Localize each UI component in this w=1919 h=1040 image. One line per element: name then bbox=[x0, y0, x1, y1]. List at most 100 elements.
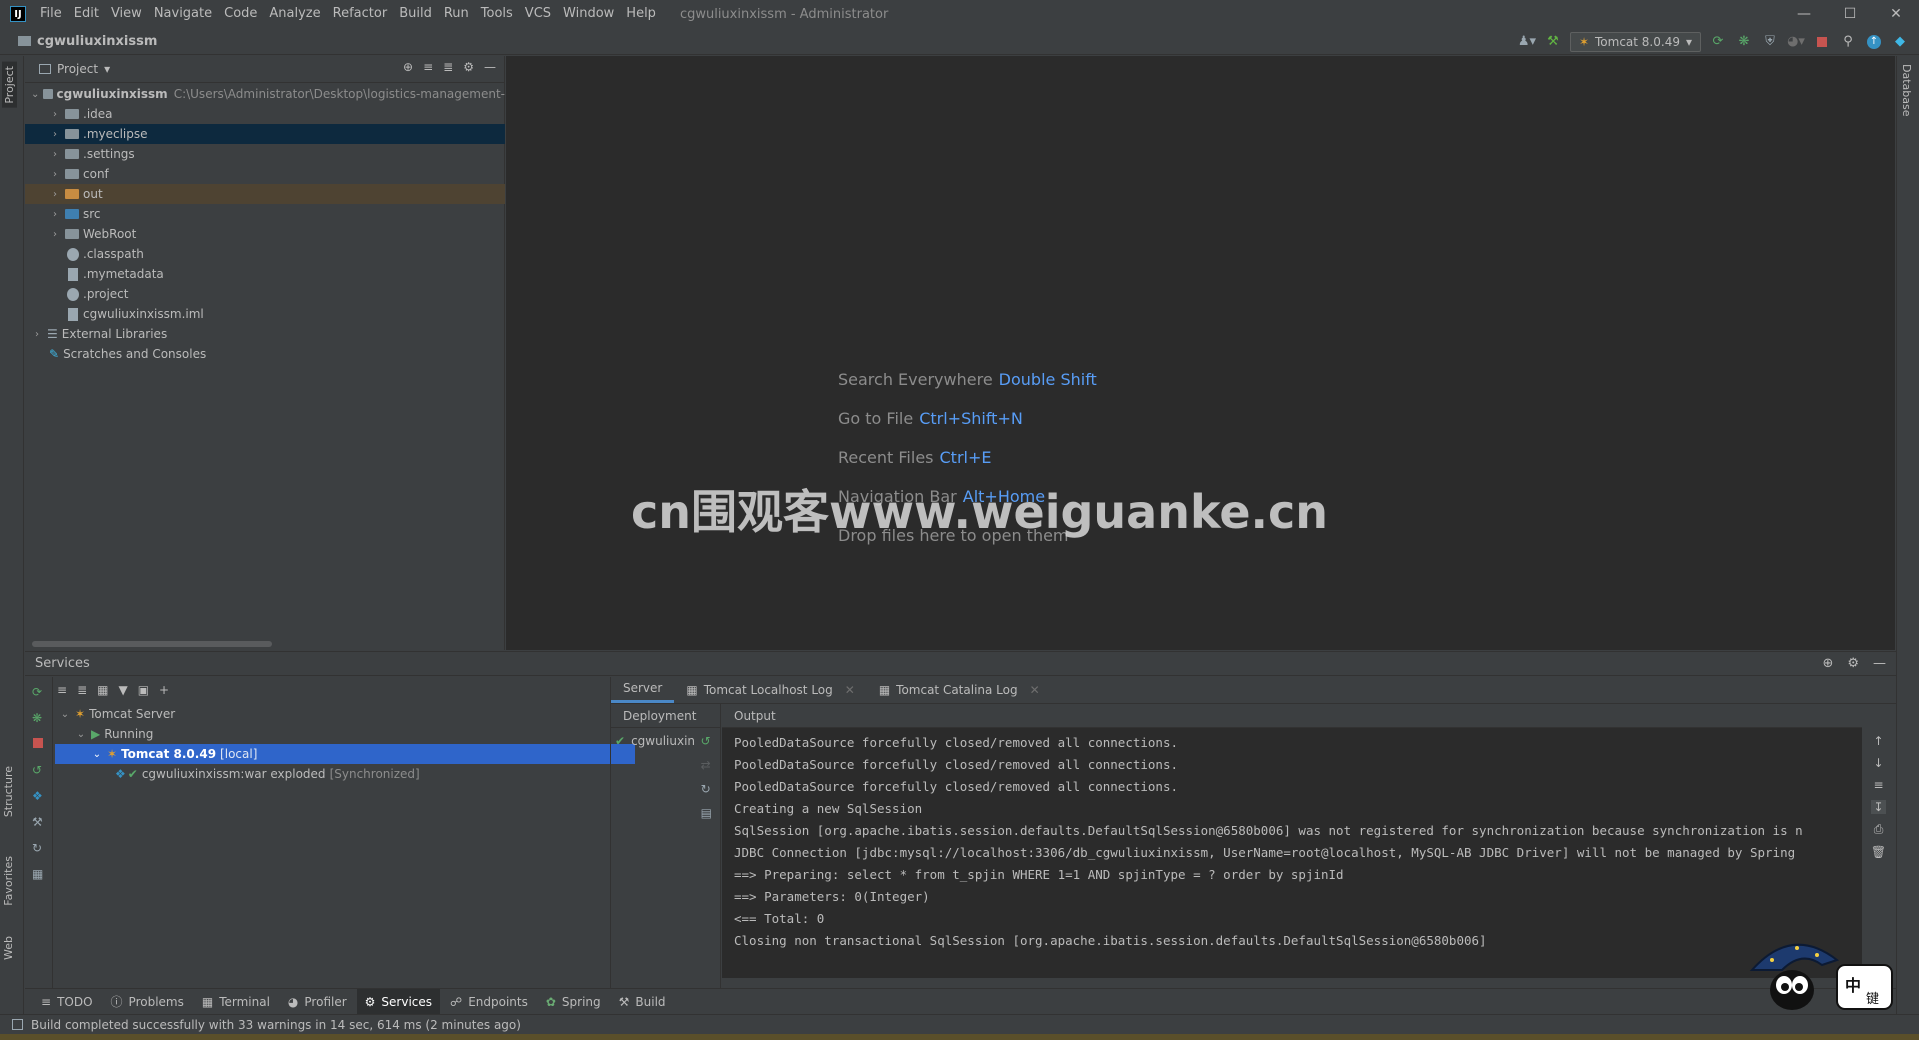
artifact-icon[interactable]: ❖ bbox=[32, 789, 43, 803]
run-config-selector[interactable]: ✶ Tomcat 8.0.49 ▾ bbox=[1569, 31, 1701, 52]
tab-project-vertical[interactable]: Project bbox=[2, 62, 17, 108]
expand-all-icon[interactable]: ≡ bbox=[57, 683, 67, 697]
hide-icon[interactable]: — bbox=[1873, 656, 1886, 671]
print-icon[interactable]: ⎙ bbox=[1874, 822, 1884, 837]
maximize-icon[interactable]: ☐ bbox=[1827, 0, 1873, 28]
menu-window[interactable]: Window bbox=[557, 0, 620, 28]
debug-icon[interactable]: ❋ bbox=[1735, 33, 1753, 51]
project-view-selector[interactable]: Project ▾ bbox=[39, 62, 110, 76]
tree-item-settings[interactable]: › .settings bbox=[25, 144, 505, 164]
deploy-icon[interactable]: ↺ bbox=[701, 734, 712, 748]
expand-all-icon[interactable]: ≡ bbox=[423, 60, 433, 74]
coverage-icon[interactable]: ⛨ bbox=[1761, 33, 1779, 51]
tree-item-src[interactable]: › src bbox=[25, 204, 505, 224]
service-war-artifact[interactable]: ❖ ✔ cgwuliuxinxissm:war exploded [Synchr… bbox=[55, 764, 635, 784]
add-icon[interactable]: + bbox=[159, 683, 169, 697]
hide-icon[interactable]: — bbox=[484, 60, 496, 74]
locate-icon[interactable]: ⊕ bbox=[403, 60, 413, 74]
status-toggle-icon[interactable] bbox=[12, 1019, 23, 1030]
tree-item-out[interactable]: › out bbox=[25, 184, 505, 204]
breadcrumb[interactable]: cgwuliuxinxissm bbox=[18, 34, 157, 49]
chevron-right-icon[interactable]: › bbox=[49, 129, 61, 140]
tab-web-vertical[interactable]: Web bbox=[2, 936, 15, 960]
menu-view[interactable]: View bbox=[105, 0, 148, 28]
status-message[interactable]: Build completed successfully with 33 war… bbox=[31, 1018, 521, 1032]
plugin-icon[interactable]: ◆ bbox=[1891, 33, 1909, 51]
group-by-icon[interactable]: ▦ bbox=[97, 683, 108, 697]
chevron-right-icon[interactable]: › bbox=[31, 329, 43, 340]
tree-item-scratches[interactable]: ✎ Scratches and Consoles bbox=[25, 344, 505, 364]
profile-icon[interactable]: ◕▾ bbox=[1787, 33, 1805, 51]
chevron-down-icon[interactable]: ⌄ bbox=[31, 89, 39, 100]
ime-mascot-widget[interactable]: 中 键 bbox=[1742, 930, 1902, 1020]
tab-todo[interactable]: ≡ TODO bbox=[33, 989, 101, 1015]
collapse-all-icon[interactable]: ≣ bbox=[77, 683, 87, 697]
deployment-item[interactable]: ✔ cgwuliuxin bbox=[615, 734, 695, 748]
wrench-icon[interactable]: ⚒ bbox=[32, 815, 43, 829]
menu-refactor[interactable]: Refactor bbox=[327, 0, 394, 28]
menu-analyze[interactable]: Analyze bbox=[263, 0, 326, 28]
filter-icon[interactable]: ▼ bbox=[118, 683, 127, 697]
chevron-right-icon[interactable]: › bbox=[49, 149, 61, 160]
close-icon[interactable]: ✕ bbox=[845, 683, 855, 697]
menu-edit[interactable]: Edit bbox=[68, 0, 105, 28]
gear-icon[interactable]: ⚙ bbox=[463, 60, 474, 74]
menu-file[interactable]: File bbox=[34, 0, 68, 28]
editor-empty-area[interactable]: Search Everywhere Double Shift Go to File… bbox=[506, 56, 1895, 650]
chevron-right-icon[interactable]: › bbox=[49, 229, 61, 240]
tab-tomcat-localhost-log[interactable]: ▦ Tomcat Localhost Log ✕ bbox=[674, 676, 866, 703]
service-tomcat-instance[interactable]: ⌄ ✶ Tomcat 8.0.49 [local] bbox=[55, 744, 635, 764]
refresh-icon[interactable]: ↻ bbox=[32, 841, 42, 855]
tab-services[interactable]: ⚙ Services bbox=[356, 988, 441, 1015]
update-icon[interactable]: ↑ bbox=[1865, 33, 1883, 51]
debug-icon[interactable]: ❋ bbox=[32, 711, 42, 725]
tree-item-external-libraries[interactable]: › ☰ External Libraries bbox=[25, 324, 505, 344]
tree-item-idea[interactable]: › .idea bbox=[25, 104, 505, 124]
tree-item-myeclipse[interactable]: › .myeclipse bbox=[25, 124, 505, 144]
menu-build[interactable]: Build bbox=[393, 0, 438, 28]
minimize-icon[interactable]: — bbox=[1781, 0, 1827, 28]
tab-server[interactable]: Server bbox=[611, 676, 675, 703]
update-app-icon[interactable]: ▤ bbox=[701, 806, 712, 820]
tab-tomcat-catalina-log[interactable]: ▦ Tomcat Catalina Log ✕ bbox=[867, 676, 1052, 703]
build-hammer-icon[interactable]: ⚒ bbox=[1544, 33, 1562, 51]
deploy-icon[interactable]: ↺ bbox=[32, 763, 42, 777]
menu-tools[interactable]: Tools bbox=[475, 0, 519, 28]
menu-code[interactable]: Code bbox=[218, 0, 263, 28]
tab-profiler[interactable]: ◕ Profiler bbox=[280, 989, 355, 1015]
tab-structure-vertical[interactable]: Structure bbox=[2, 766, 15, 817]
tab-terminal[interactable]: ▦ Terminal bbox=[194, 989, 278, 1015]
chevron-right-icon[interactable]: › bbox=[49, 209, 61, 220]
chevron-down-icon[interactable]: ⌄ bbox=[91, 749, 103, 760]
close-icon[interactable]: ✕ bbox=[1873, 0, 1919, 28]
project-horizontal-scrollbar[interactable] bbox=[32, 641, 272, 647]
layout-icon[interactable]: ▦ bbox=[32, 867, 43, 881]
stop-icon[interactable] bbox=[1813, 33, 1831, 51]
arrow-down-icon[interactable]: ↓ bbox=[1873, 756, 1883, 770]
tree-item-iml[interactable]: cgwuliuxinxissm.iml bbox=[25, 304, 505, 324]
stop-icon[interactable] bbox=[33, 737, 43, 751]
tree-item-webroot[interactable]: › WebRoot bbox=[25, 224, 505, 244]
rerun-icon[interactable]: ⟳ bbox=[1709, 33, 1727, 51]
chevron-down-icon[interactable]: ⌄ bbox=[75, 729, 87, 740]
scroll-to-end-icon[interactable]: ↧ bbox=[1871, 800, 1886, 814]
tab-problems[interactable]: ⓘ Problems bbox=[103, 989, 192, 1015]
tree-item-project-file[interactable]: .project bbox=[25, 284, 505, 304]
menu-navigate[interactable]: Navigate bbox=[148, 0, 218, 28]
soft-wrap-icon[interactable]: ≡ bbox=[1873, 778, 1883, 792]
menu-run[interactable]: Run bbox=[438, 0, 475, 28]
trash-icon[interactable]: 🗑 bbox=[1871, 845, 1886, 859]
tab-database-vertical[interactable]: Database bbox=[1900, 64, 1913, 117]
globe-icon[interactable]: ⊕ bbox=[1822, 656, 1833, 671]
chevron-right-icon[interactable]: › bbox=[49, 189, 61, 200]
tree-root[interactable]: ⌄ cgwuliuxinxissm C:\Users\Administrator… bbox=[25, 84, 505, 104]
chevron-right-icon[interactable]: › bbox=[49, 169, 61, 180]
rerun-icon[interactable]: ⟳ bbox=[32, 685, 42, 699]
undeploy-icon[interactable]: ⇄ bbox=[701, 758, 712, 772]
tab-endpoints[interactable]: ☍ Endpoints bbox=[442, 989, 536, 1015]
tree-item-conf[interactable]: › conf bbox=[25, 164, 505, 184]
tab-spring[interactable]: ✿ Spring bbox=[538, 989, 609, 1015]
user-icon[interactable]: ♟▾ bbox=[1518, 33, 1536, 51]
arrow-up-icon[interactable]: ↑ bbox=[1873, 734, 1883, 748]
tab-build[interactable]: ⚒ Build bbox=[611, 989, 674, 1015]
